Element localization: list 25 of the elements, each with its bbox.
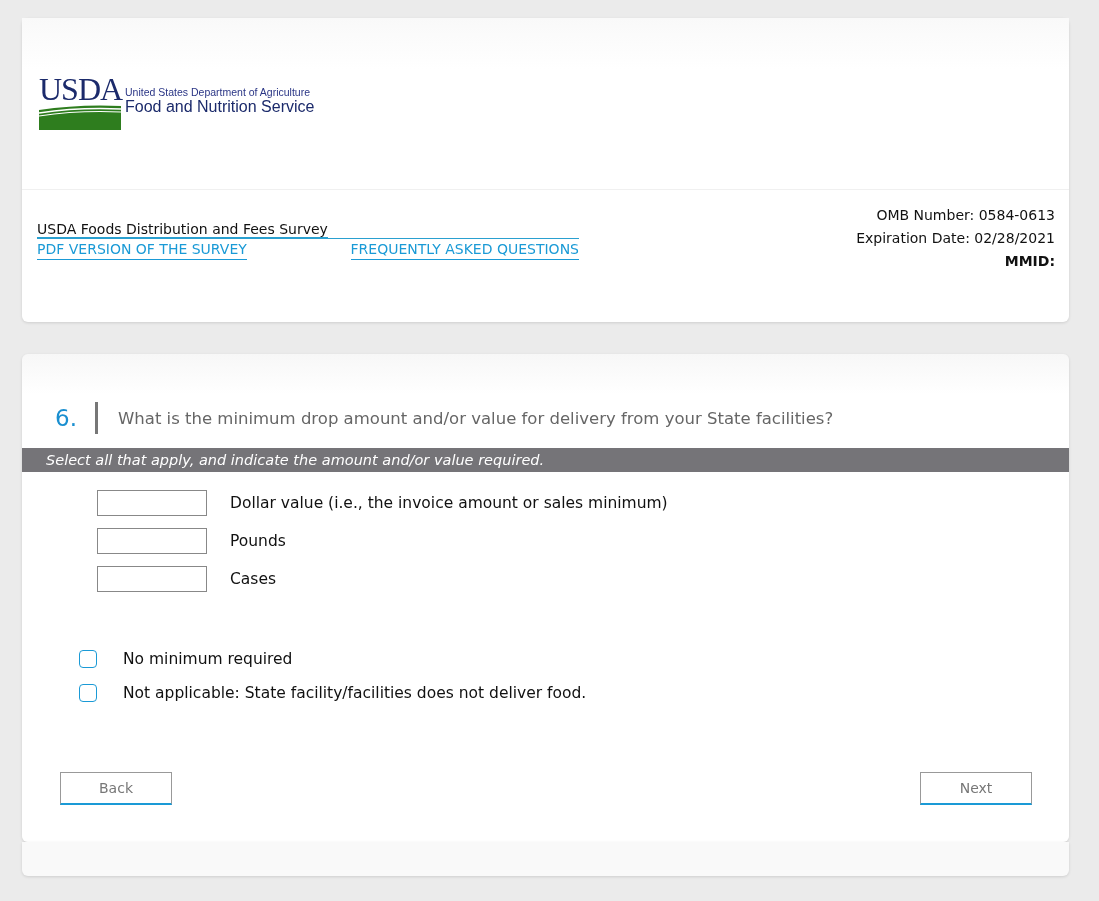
nav-button[interactable]: Back xyxy=(60,772,172,805)
nav-link[interactable]: FREQUENTLY ASKED QUESTIONS xyxy=(350,239,579,260)
omb-number: OMB Number: 0584-0613 xyxy=(876,206,1055,225)
nav-button[interactable]: Next xyxy=(920,772,1032,805)
question-number: 6. xyxy=(55,405,78,431)
survey-title: USDA Foods Distribution and Fees Survey xyxy=(37,221,328,238)
instruction-bar: Select all that apply, and indicate the amount and/or value required. xyxy=(22,448,1069,472)
input-field[interactable] xyxy=(97,528,207,554)
field-label: Dollar value (i.e., the invoice amount or sales minimum) xyxy=(230,494,668,512)
expiration-date: Expiration Date: 02/28/2021 xyxy=(856,229,1055,248)
option-label: Not applicable: State facility/facilities does not deliver food. xyxy=(123,684,587,702)
agency-name: Food and Nutrition Service xyxy=(125,98,315,116)
checkbox[interactable] xyxy=(79,650,97,668)
input-field[interactable] xyxy=(97,490,207,516)
mmid-label: MMID: xyxy=(1004,252,1055,271)
option-label: No minimum required xyxy=(123,650,293,668)
input-field[interactable] xyxy=(97,566,207,592)
field-label: Pounds xyxy=(230,532,286,550)
checkbox[interactable] xyxy=(79,684,97,702)
logo-wordmark: USDA xyxy=(39,74,121,104)
nav-link[interactable]: PDF VERSION OF THE SURVEY xyxy=(37,239,247,260)
question-text: What is the minimum drop amount and/or value for delivery from your State facilities? xyxy=(118,408,834,428)
fields-logo-icon xyxy=(39,104,121,130)
field-label: Cases xyxy=(230,570,276,588)
department-name: United States Department of Agriculture xyxy=(125,86,311,98)
